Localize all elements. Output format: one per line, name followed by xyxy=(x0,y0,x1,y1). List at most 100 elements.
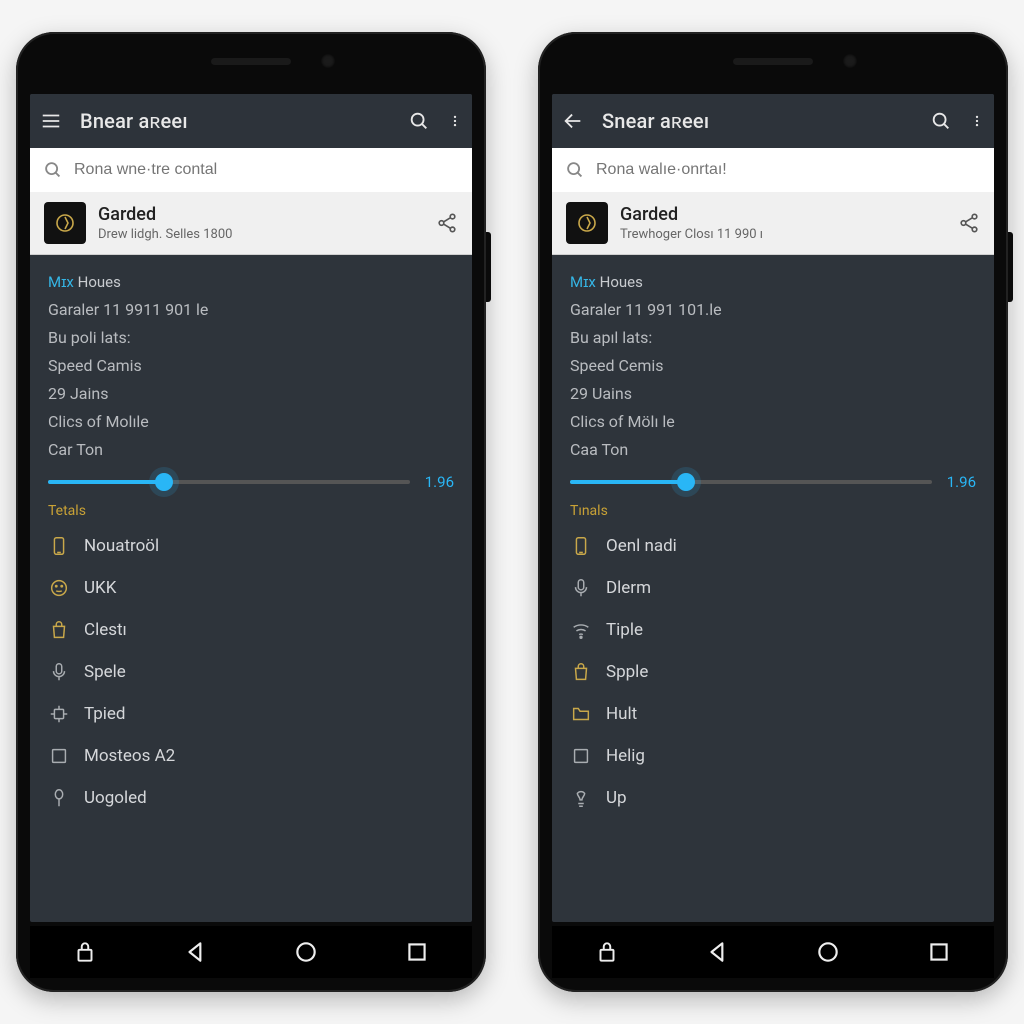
list-item[interactable]: Clestı xyxy=(48,609,454,651)
info-line: 29 Uains xyxy=(570,384,976,403)
list-item-label: Nouatroöl xyxy=(84,536,159,556)
nav-lock-icon[interactable] xyxy=(72,939,98,965)
result-subtitle: Trewhoger Closı 11 990 ı xyxy=(620,227,946,242)
phone-left: Bnear aʀeeı Garded Drew lidgh. Selles 18… xyxy=(16,32,486,992)
face-icon xyxy=(48,577,70,599)
nav-home-icon[interactable] xyxy=(815,939,841,965)
search-input[interactable] xyxy=(74,161,460,179)
slider-value: 1.96 xyxy=(420,473,454,491)
nav-home-icon[interactable] xyxy=(293,939,319,965)
info-line: Bu apıl lats: xyxy=(570,328,976,347)
nav-recent-icon[interactable] xyxy=(404,939,430,965)
list-item[interactable]: Spple xyxy=(570,651,976,693)
result-title: Garded xyxy=(98,204,424,225)
list-item-label: Tiple xyxy=(606,620,643,640)
list-item[interactable]: Hult xyxy=(570,693,976,735)
section-rest: Houes xyxy=(78,273,121,291)
info-line: 29 Jains xyxy=(48,384,454,403)
content-area: Mɪx Houes Garaler 11 9911 901 le Bu poli… xyxy=(30,255,472,922)
device-icon xyxy=(570,535,592,557)
nav-recent-icon[interactable] xyxy=(926,939,952,965)
slider-row: 1.96 xyxy=(48,473,454,491)
progress-slider[interactable] xyxy=(48,480,410,484)
list-item-label: Tpied xyxy=(84,704,126,724)
pin-icon xyxy=(48,787,70,809)
search-input[interactable] xyxy=(596,161,982,179)
section-header: Mɪx Houes xyxy=(48,273,454,291)
device-icon xyxy=(48,535,70,557)
app-bar: Bnear aʀeeı xyxy=(30,94,472,148)
list-header: Tetals xyxy=(48,503,454,519)
result-card[interactable]: Garded Drew lidgh. Selles 1800 xyxy=(30,192,472,255)
mic-icon xyxy=(570,577,592,599)
info-line: Bu poli lats: xyxy=(48,328,454,347)
section-highlight: Mɪx xyxy=(48,273,74,291)
appbar-title: Bnear aʀeeı xyxy=(80,109,390,134)
result-subtitle: Drew lidgh. Selles 1800 xyxy=(98,227,424,242)
slider-value: 1.96 xyxy=(942,473,976,491)
list-item-label: Spple xyxy=(606,662,648,682)
app-bar: Snear aʀeeı xyxy=(552,94,994,148)
search-icon[interactable] xyxy=(408,110,430,132)
list-item-label: Hult xyxy=(606,704,637,724)
section-header: Mɪx Houes xyxy=(570,273,976,291)
list-item-label: Mosteos A2 xyxy=(84,746,175,766)
info-line: Speed Camis xyxy=(48,356,454,375)
list-item[interactable]: Up xyxy=(570,777,976,819)
folder-icon xyxy=(570,703,592,725)
menu-icon[interactable] xyxy=(40,110,62,132)
list-item[interactable]: Oenl nadi xyxy=(570,525,976,567)
square-icon xyxy=(570,745,592,767)
slider-fill xyxy=(570,480,686,484)
list-item[interactable]: Tiple xyxy=(570,609,976,651)
overflow-icon[interactable] xyxy=(970,110,984,132)
list-item[interactable]: UKK xyxy=(48,567,454,609)
search-bar[interactable] xyxy=(552,148,994,192)
result-thumbnail xyxy=(566,202,608,244)
chip-icon xyxy=(48,703,70,725)
list-item[interactable]: Spele xyxy=(48,651,454,693)
list-item-label: UKK xyxy=(84,578,116,598)
screen: Snear aʀeeı Garded Trewhoger Closı 11 99… xyxy=(552,94,994,922)
power-button[interactable] xyxy=(486,232,491,302)
mic-icon xyxy=(48,661,70,683)
list-item-label: Up xyxy=(606,788,627,808)
power-button[interactable] xyxy=(1008,232,1013,302)
list-item-label: Oenl nadi xyxy=(606,536,677,556)
list-item[interactable]: Helig xyxy=(570,735,976,777)
list-item[interactable]: Tpied xyxy=(48,693,454,735)
phone-camera xyxy=(843,54,857,68)
info-line: Car Ton xyxy=(48,440,454,459)
list-item[interactable]: Uogoled xyxy=(48,777,454,819)
slider-thumb[interactable] xyxy=(677,473,695,491)
phone-right: Snear aʀeeı Garded Trewhoger Closı 11 99… xyxy=(538,32,1008,992)
search-bar[interactable] xyxy=(30,148,472,192)
section-rest: Houes xyxy=(600,273,643,291)
phone-camera xyxy=(321,54,335,68)
share-icon[interactable] xyxy=(958,212,980,234)
slider-row: 1.96 xyxy=(570,473,976,491)
info-line: Garaler 11 9911 901 le xyxy=(48,300,454,319)
wifi-icon xyxy=(570,619,592,641)
info-line: Speed Cemis xyxy=(570,356,976,375)
nav-back-icon[interactable] xyxy=(705,939,731,965)
share-icon[interactable] xyxy=(436,212,458,234)
list-item[interactable]: Mosteos A2 xyxy=(48,735,454,777)
result-text: Garded Trewhoger Closı 11 990 ı xyxy=(620,204,946,242)
android-navbar xyxy=(30,926,472,978)
back-icon[interactable] xyxy=(562,110,584,132)
list-item[interactable]: Dlerm xyxy=(570,567,976,609)
content-area: Mɪx Houes Garaler 11 991 101.le Bu apıl … xyxy=(552,255,994,922)
result-title: Garded xyxy=(620,204,946,225)
overflow-icon[interactable] xyxy=(448,110,462,132)
nav-back-icon[interactable] xyxy=(183,939,209,965)
info-line: Clics of Mölı le xyxy=(570,412,976,431)
result-card[interactable]: Garded Trewhoger Closı 11 990 ı xyxy=(552,192,994,255)
nav-lock-icon[interactable] xyxy=(594,939,620,965)
slider-thumb[interactable] xyxy=(155,473,173,491)
progress-slider[interactable] xyxy=(570,480,932,484)
list-item[interactable]: Nouatroöl xyxy=(48,525,454,567)
phone-speaker xyxy=(211,58,291,65)
search-icon[interactable] xyxy=(930,110,952,132)
list-item-label: Dlerm xyxy=(606,578,651,598)
